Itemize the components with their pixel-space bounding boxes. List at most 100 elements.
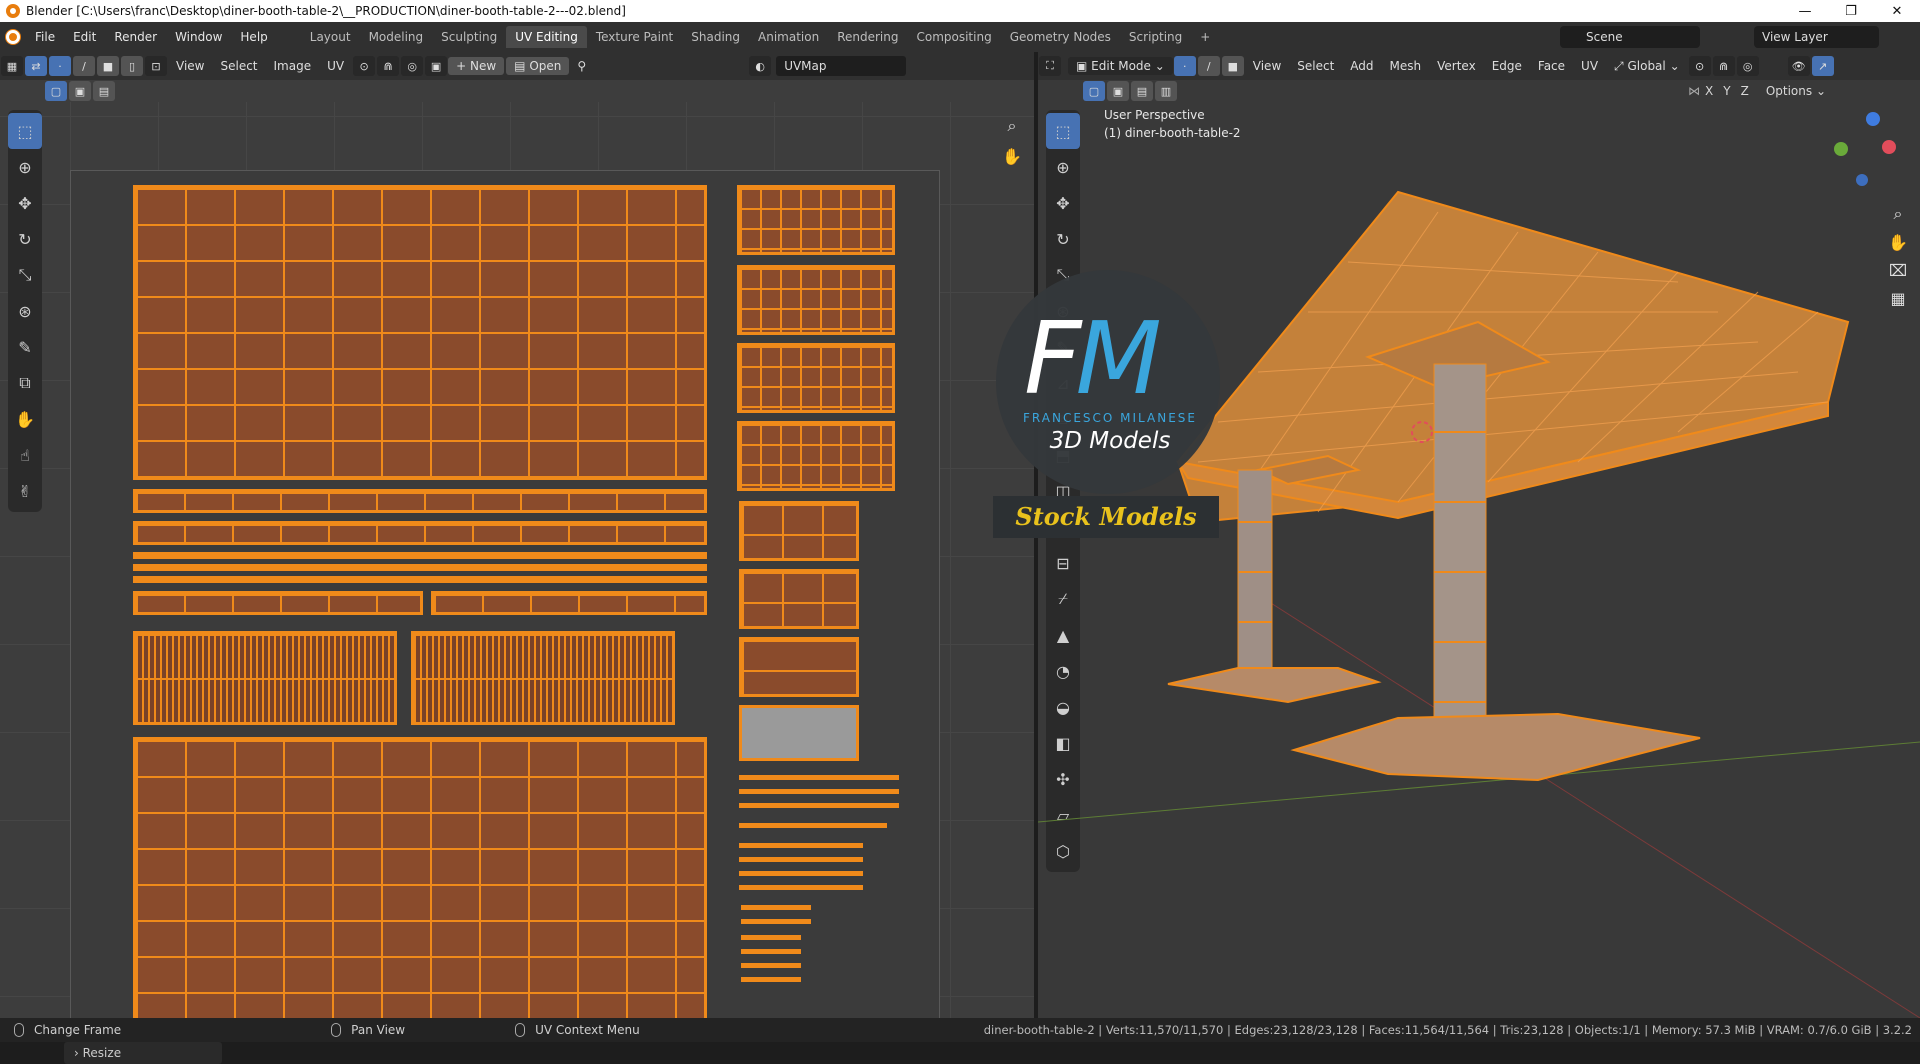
proportional-editing-icon[interactable]: ◎ [1736,56,1759,76]
table-mesh[interactable] [1038,102,1920,1018]
uv-island-small[interactable] [737,421,895,491]
tab-modeling[interactable]: Modeling [360,26,433,48]
maximize-button[interactable]: ❐ [1828,0,1874,22]
sticky-select-icon[interactable]: ⊡ [145,56,167,76]
tab-shading[interactable]: Shading [682,26,749,48]
editor-type-icon[interactable]: ▦ [1,56,23,76]
tab-compositing[interactable]: Compositing [907,26,1000,48]
pan-view-icon[interactable]: ✋ [998,142,1026,170]
select-extend-icon[interactable]: ▣ [69,81,91,101]
cursor-tool-icon[interactable]: ⊕ [8,149,42,185]
annotate-tool-icon[interactable]: ✎ [8,329,42,365]
tab-sculpting[interactable]: Sculpting [432,26,506,48]
grab-tool-icon[interactable]: ✋ [8,401,42,437]
menu-render[interactable]: Render [105,30,166,44]
axis-y[interactable]: Y [1718,84,1735,98]
move-tool-icon[interactable]: ✥ [8,185,42,221]
redo-panel-resize[interactable]: › Resize [64,1042,222,1064]
uv-island-thin[interactable] [741,919,811,924]
uv-island-thin[interactable] [133,552,707,559]
uv-island-thin[interactable] [739,775,899,780]
vp-menu-select[interactable]: Select [1289,59,1342,73]
uv-island-strip[interactable] [133,591,423,615]
snapping-icon[interactable]: ⋒ [1712,56,1735,76]
select-box-tool-icon[interactable]: ⬚ [8,113,42,149]
minimize-button[interactable]: — [1782,0,1828,22]
gizmo-toggle-icon[interactable]: ↗ [1811,56,1834,76]
pivot-point-icon[interactable]: ⊙ [1688,56,1711,76]
menu-help[interactable]: Help [231,30,276,44]
vp-select-extend-icon[interactable]: ▣ [1107,81,1129,101]
uv-editor[interactable]: ▦ ⇄ · / ■ ▯ ⊡ View Select Image UV ⊙ ⋒ ◎… [0,52,1034,1064]
tab-uv-editing[interactable]: UV Editing [506,26,587,48]
vp-menu-face[interactable]: Face [1530,59,1573,73]
transform-tool-icon[interactable]: ⊛ [8,293,42,329]
relax-tool-icon[interactable]: ☝ [8,437,42,473]
orientation-selector[interactable]: ⤢ Global ⌄ [1606,59,1688,74]
tab-animation[interactable]: Animation [749,26,828,48]
snap-icon[interactable]: ⋒ [377,56,400,76]
select-box-mode-icon[interactable]: ▢ [45,81,67,101]
vertex-select-icon[interactable]: · [49,56,71,76]
uv-island-thin[interactable] [739,843,863,848]
zoom-view-icon[interactable]: ⌕ [998,112,1026,140]
uv-island-small[interactable] [737,265,895,335]
mode-selector[interactable]: ▣ Edit Mode ⌄ [1068,57,1173,75]
uv-island-thin[interactable] [741,963,801,968]
uvmap-field[interactable]: UVMap [776,56,907,76]
vp-menu-uv[interactable]: UV [1573,59,1606,73]
tab-texture-paint[interactable]: Texture Paint [587,26,682,48]
uv-island-pillar[interactable] [133,631,397,725]
vp-select-box-icon[interactable]: ▢ [1083,81,1105,101]
uv-island-thin[interactable] [133,576,707,583]
blender-menu-icon[interactable] [0,30,26,44]
uv-island-small[interactable] [737,185,895,255]
sync-selection-icon[interactable]: ⇄ [25,56,47,76]
visibility-icon[interactable]: 👁 [1787,56,1810,76]
pin-icon[interactable]: ⚲ [569,59,594,73]
uv-island-gray[interactable] [739,705,859,761]
island-select-icon[interactable]: ▯ [121,56,143,76]
uv-island-small[interactable] [737,343,895,413]
tab-scripting[interactable]: Scripting [1120,26,1191,48]
uv-island-thin[interactable] [739,885,863,890]
vp-menu-vertex[interactable]: Vertex [1429,59,1484,73]
menu-file[interactable]: File [26,30,64,44]
uv-island-pillar[interactable] [411,631,675,725]
uv-island-thin[interactable] [741,905,811,910]
uv-island-thin[interactable] [133,564,707,571]
image-browse-icon[interactable]: ▣ [425,56,448,76]
uv-menu-image[interactable]: Image [266,59,320,73]
close-button[interactable]: ✕ [1874,0,1920,22]
uv-island-thin[interactable] [741,949,801,954]
uv-island-thin[interactable] [739,789,899,794]
tab-geometry-nodes[interactable]: Geometry Nodes [1001,26,1120,48]
view-layer-selector[interactable]: View Layer [1754,26,1879,48]
mirror-icon[interactable]: ⋈ [1688,84,1700,98]
uv-island-rect[interactable] [739,637,859,697]
uv-island-thin[interactable] [739,871,863,876]
vp-menu-mesh[interactable]: Mesh [1382,59,1430,73]
pivot-icon[interactable]: ⊙ [353,56,376,76]
vp-menu-view[interactable]: View [1245,59,1289,73]
rotate-tool-icon[interactable]: ↻ [8,221,42,257]
scale-tool-icon[interactable]: ⤡ [8,257,42,293]
uv-island-thin[interactable] [739,803,899,808]
uv-menu-select[interactable]: Select [212,59,265,73]
uv-island-strip[interactable] [133,489,707,513]
vp-select-invert-icon[interactable]: ▥ [1155,81,1177,101]
vertex-mode-icon[interactable]: · [1173,56,1196,76]
uv-island-thin[interactable] [741,935,801,940]
rip-tool-icon[interactable]: ⧉ [8,365,42,401]
uv-island-base[interactable] [739,501,859,561]
axis-z[interactable]: Z [1736,84,1754,98]
open-image-button[interactable]: ▤ Open [506,57,570,75]
new-image-button[interactable]: + New [448,57,505,75]
uv-island-thin[interactable] [741,977,801,982]
pinch-tool-icon[interactable]: ✌ [8,473,42,509]
uv-menu-uv[interactable]: UV [319,59,352,73]
face-select-icon[interactable]: ■ [97,56,119,76]
edge-mode-icon[interactable]: / [1197,56,1220,76]
menu-window[interactable]: Window [166,30,231,44]
vp-select-subtract-icon[interactable]: ▤ [1131,81,1153,101]
